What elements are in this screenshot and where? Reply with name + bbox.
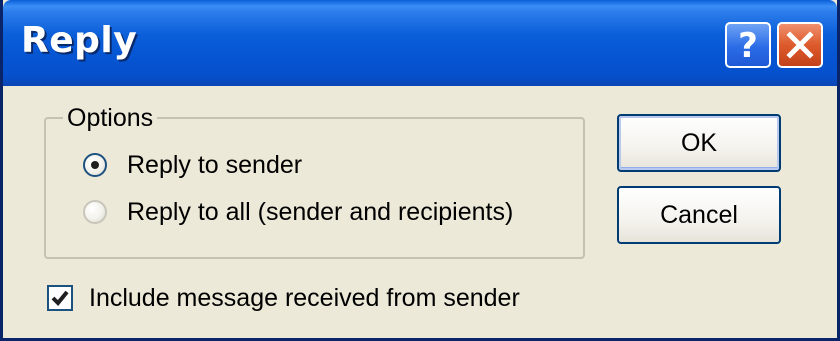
reply-to-all-label[interactable]: Reply to all (sender and recipients)	[127, 197, 513, 227]
checkmark-icon	[51, 290, 69, 306]
help-button[interactable]: ?	[725, 22, 771, 68]
cancel-button[interactable]: Cancel	[617, 186, 781, 244]
include-message-label[interactable]: Include message received from sender	[89, 283, 520, 313]
radio-selected-indicator[interactable]	[83, 153, 107, 177]
radio-unselected-indicator[interactable]	[83, 200, 107, 224]
reply-to-sender-label[interactable]: Reply to sender	[127, 150, 302, 180]
radio-dot	[91, 161, 99, 169]
include-message-checkbox-row[interactable]: Include message received from sender	[47, 283, 520, 313]
ok-button[interactable]: OK	[617, 114, 781, 172]
reply-to-all-radio[interactable]: Reply to all (sender and recipients)	[83, 197, 513, 227]
close-button[interactable]	[777, 22, 823, 68]
include-message-checkbox[interactable]	[47, 285, 73, 311]
options-group-box	[44, 117, 585, 259]
title-bar[interactable]: Reply ?	[3, 0, 837, 86]
reply-to-sender-radio[interactable]: Reply to sender	[83, 150, 302, 180]
close-icon	[786, 31, 814, 59]
window-title: Reply	[21, 20, 138, 61]
reply-dialog: Reply ? Options Reply to sender Reply to…	[0, 0, 840, 341]
help-icon: ?	[738, 25, 758, 66]
options-legend: Options	[63, 104, 158, 132]
